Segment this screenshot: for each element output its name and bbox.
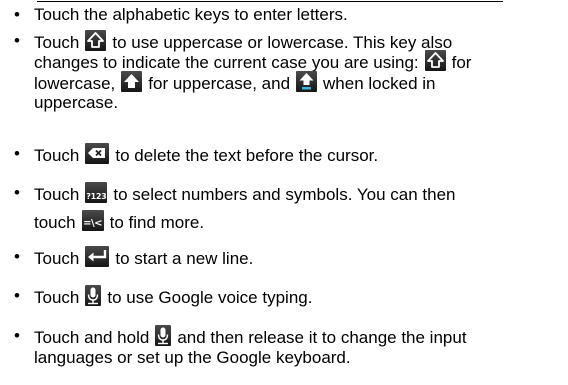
text-segment: touch xyxy=(34,213,76,232)
text-segment: to select numbers and symbols. You can t… xyxy=(113,185,456,204)
microphone-key-icon xyxy=(155,325,172,346)
text-segment: to delete the text before the cursor. xyxy=(115,146,379,165)
shift-key-icon xyxy=(85,30,107,51)
list-item-line: Touch to start a new line. xyxy=(34,246,253,269)
list-item-text: Touch the alphabetic keys to enter lette… xyxy=(34,5,348,24)
text-segment: and then release it to change the input xyxy=(177,328,467,347)
text-segment: to use Google voice typing. xyxy=(107,288,313,307)
shift-uppercase-icon xyxy=(121,71,143,92)
bullet-marker: • xyxy=(14,183,20,202)
enter-key-icon xyxy=(85,246,110,267)
list-item-line: Touch to use Google voice typing. xyxy=(34,285,312,308)
list-item-line: languages or set up the Google keyboard. xyxy=(34,348,351,367)
text-segment: lowercase, xyxy=(34,74,116,93)
text-segment: Touch xyxy=(34,249,80,268)
numbers-key-label: ?123 xyxy=(86,192,107,201)
bullet-marker: • xyxy=(14,31,20,50)
microphone-key-icon xyxy=(85,285,102,306)
text-segment: Touch xyxy=(34,146,80,165)
symbols-key-label: =\< xyxy=(83,218,103,229)
bullet-marker: • xyxy=(14,247,20,266)
text-segment: Touch xyxy=(34,288,80,307)
more-symbols-key-icon: =\< xyxy=(81,210,104,231)
list-item-line: uppercase. xyxy=(34,93,119,112)
bullet-marker: • xyxy=(14,5,20,24)
text-segment: for uppercase, and xyxy=(148,74,291,93)
page: • Touch the alphabetic keys to enter let… xyxy=(0,0,568,385)
text-segment: Touch and hold xyxy=(34,328,150,347)
list-item-line: changes to indicate the current case you… xyxy=(34,50,471,73)
bullet-marker: • xyxy=(14,286,20,305)
text-segment: changes to indicate the current case you… xyxy=(34,53,419,72)
delete-key-icon xyxy=(85,143,110,164)
bullet-marker: • xyxy=(14,144,20,163)
text-segment: to find more. xyxy=(109,213,205,232)
text-segment: to start a new line. xyxy=(115,249,254,268)
numbers-symbols-key-icon: ?123 xyxy=(85,182,108,203)
list-item-line: lowercase, for uppercase, and when locked … xyxy=(34,71,436,94)
bullet-marker: • xyxy=(14,326,20,345)
list-item-line: Touch to delete the text before the curso… xyxy=(34,143,378,166)
shift-lowercase-icon xyxy=(424,50,446,71)
text-segment: when locked in xyxy=(323,74,436,93)
list-item-line: Touch ?123 to select numbers and symbols. … xyxy=(34,182,455,205)
list-item-line: touch =\< to find more. xyxy=(34,210,204,233)
list-item-line: Touch and hold and then release it to cha… xyxy=(34,325,467,348)
top-divider xyxy=(37,1,503,2)
text-segment: Touch xyxy=(34,185,80,204)
shift-locked-icon xyxy=(296,71,318,92)
text-segment: for xyxy=(451,53,472,72)
